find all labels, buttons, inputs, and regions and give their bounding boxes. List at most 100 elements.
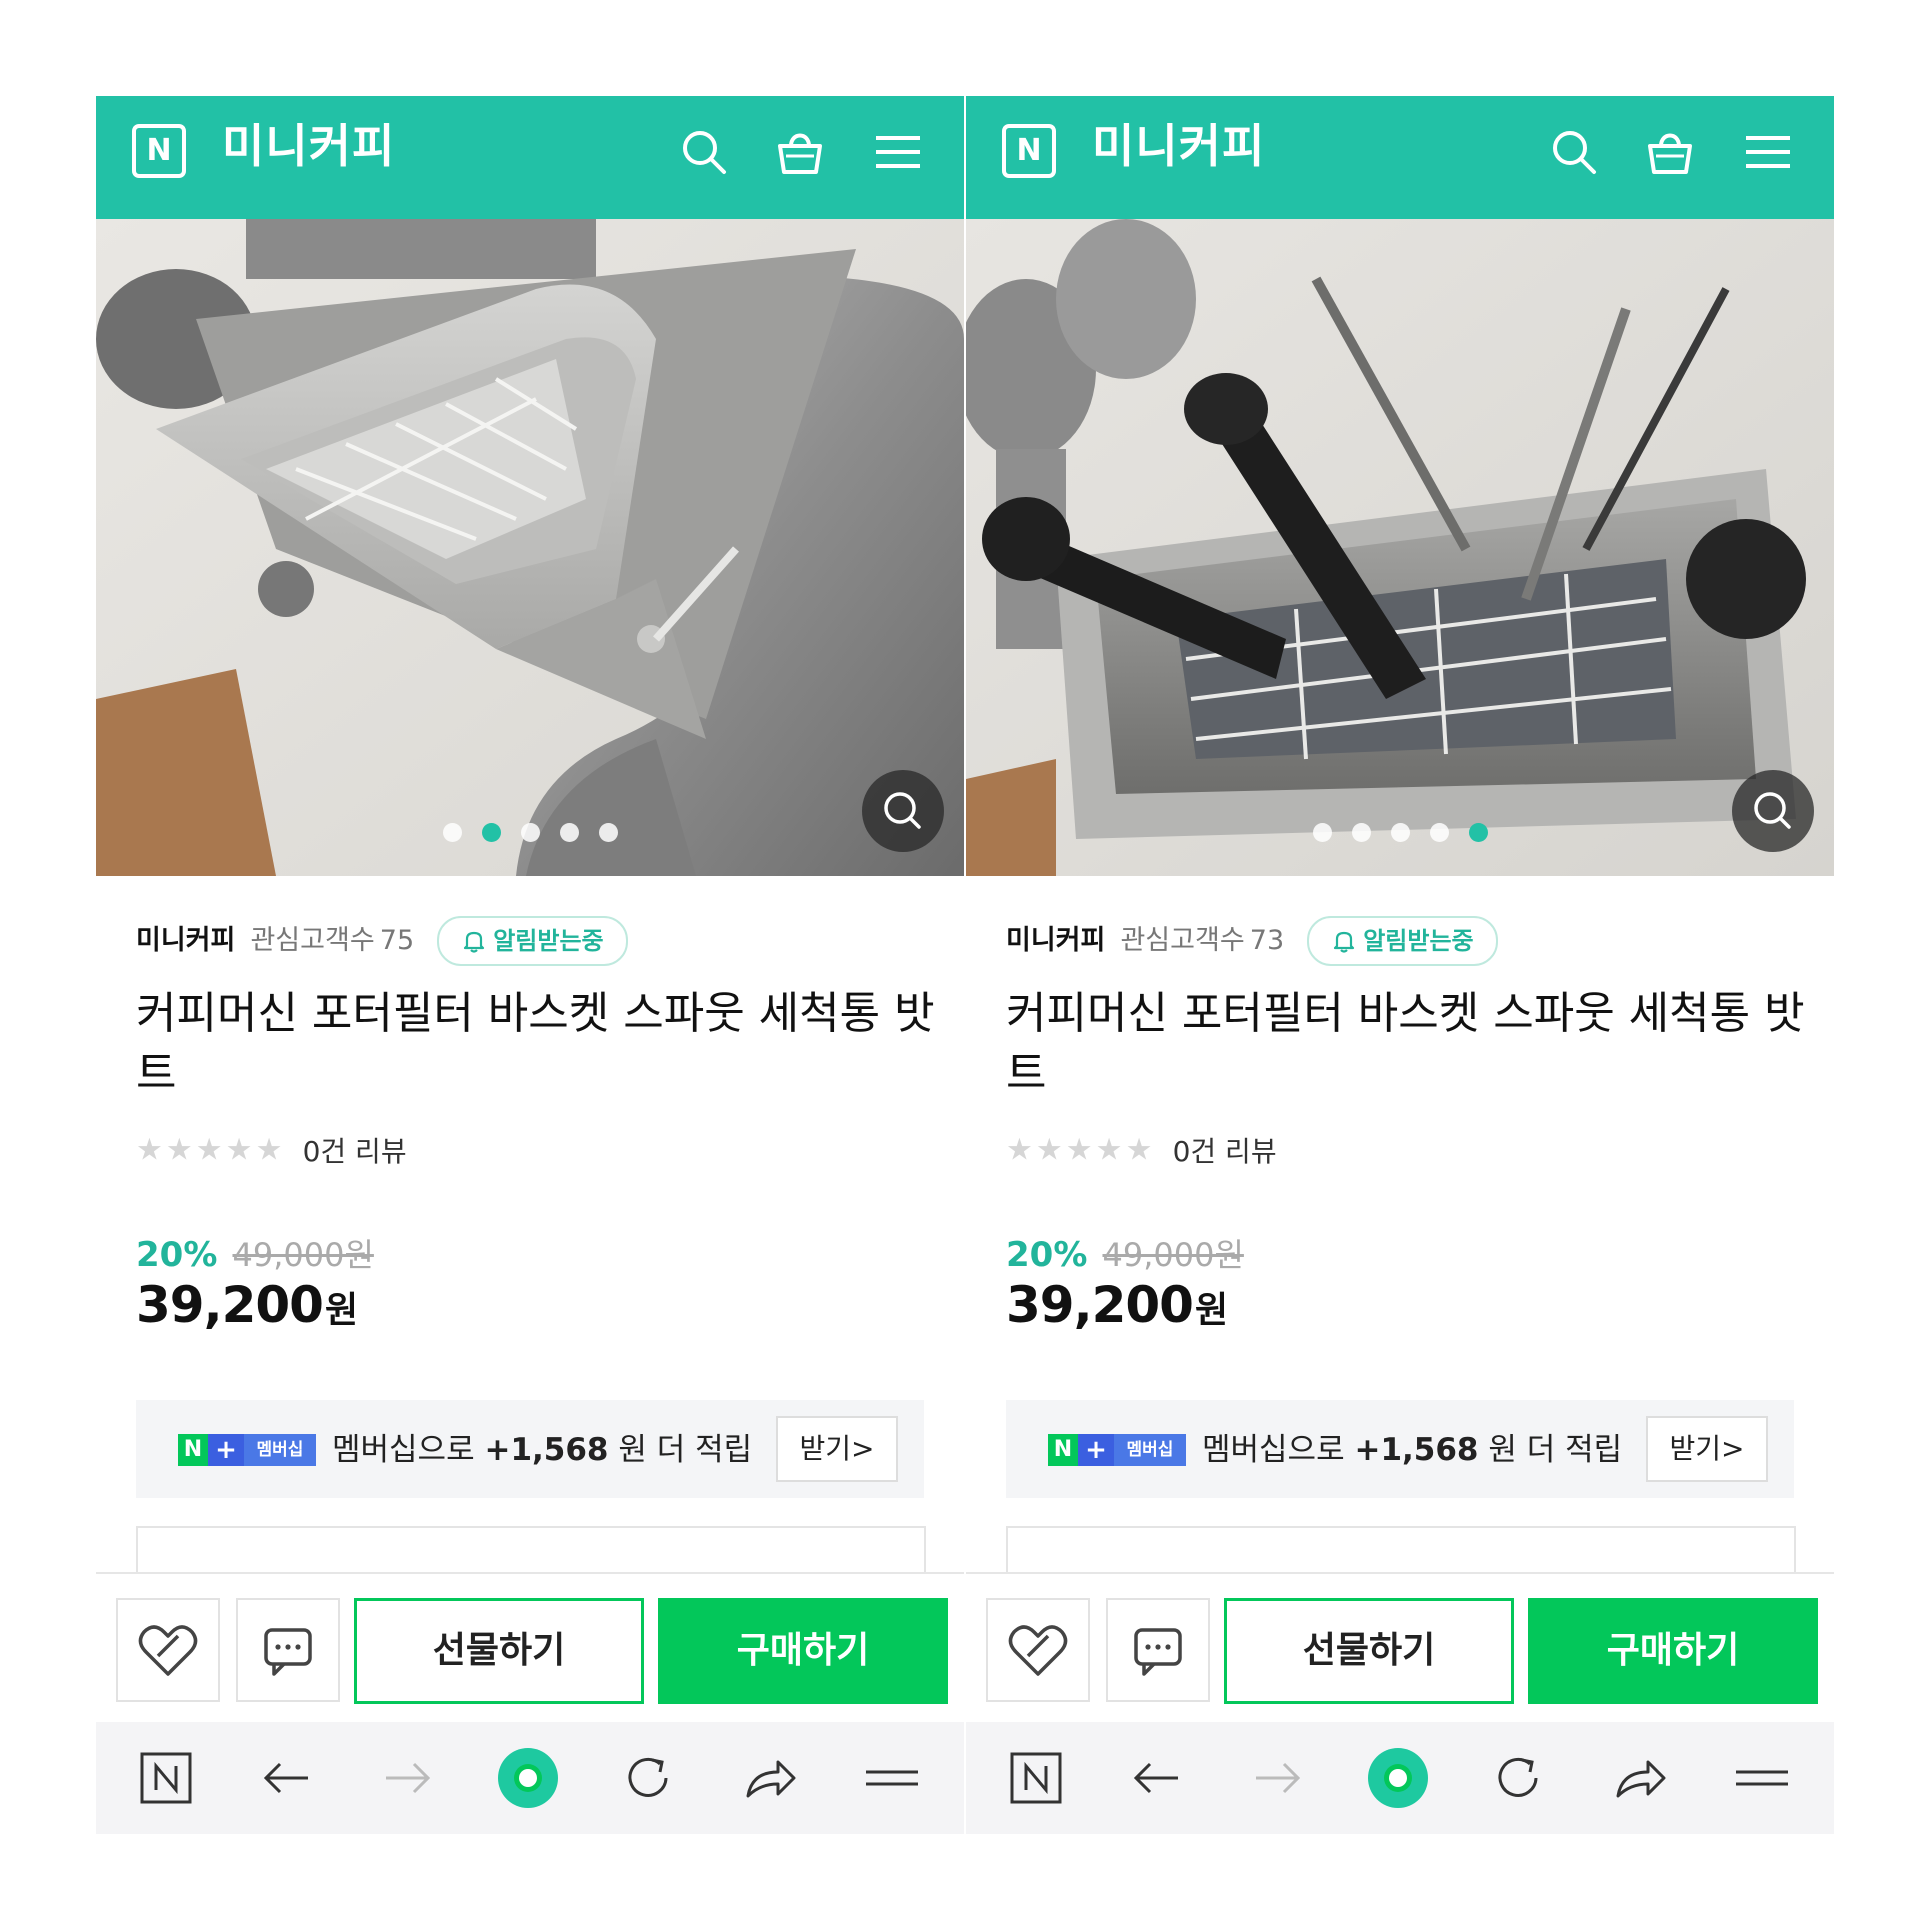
receive-points-button[interactable]: 받기> xyxy=(776,1416,898,1482)
heart-icon xyxy=(1008,1625,1068,1676)
zoom-icon[interactable] xyxy=(1732,770,1814,852)
back-arrow-icon[interactable] xyxy=(254,1746,318,1810)
membership-banner: N + 멤버십 멤버십으로 +1,568 원 더 적립 받기> xyxy=(136,1400,924,1498)
talktalk-button[interactable] xyxy=(1106,1598,1210,1702)
review-count[interactable]: 0건 리뷰 xyxy=(303,1135,407,1168)
membership-amount: +1,568 xyxy=(1354,1432,1479,1468)
carousel-dot[interactable] xyxy=(442,823,462,842)
chat-icon xyxy=(264,1628,312,1676)
rating-row[interactable]: ★★★★★ 0건 리뷰 xyxy=(136,1130,407,1170)
reload-icon[interactable] xyxy=(616,1746,680,1810)
heart-icon xyxy=(138,1625,198,1676)
alarm-label: 알림받는중 xyxy=(1363,927,1474,955)
naver-logo-icon[interactable]: N xyxy=(132,124,186,178)
carousel-dot[interactable] xyxy=(1429,823,1449,842)
carousel-dot[interactable] xyxy=(1468,823,1488,842)
search-icon[interactable] xyxy=(1546,124,1602,180)
fans-label: 관심고객수 xyxy=(1120,925,1245,956)
alarm-subscribe-button[interactable]: 알림받는중 xyxy=(1307,916,1498,966)
product-title: 커피머신 포터필터 바스켓 스파웃 세척통 밧트 xyxy=(1006,988,1805,1099)
naver-home-icon[interactable] xyxy=(1004,1746,1068,1810)
alarm-subscribe-button[interactable]: 알림받는중 xyxy=(437,916,628,966)
price-row: 39,200원 xyxy=(136,1276,358,1334)
badge-label: 멤버십 xyxy=(244,1434,316,1466)
membership-text-before: 멤버십으로 xyxy=(1202,1432,1345,1468)
forward-arrow-icon[interactable] xyxy=(1246,1746,1310,1810)
naver-home-icon[interactable] xyxy=(134,1746,198,1810)
price-row: 39,200원 xyxy=(1006,1276,1228,1334)
badge-n: N xyxy=(1048,1434,1078,1466)
review-count[interactable]: 0건 리뷰 xyxy=(1173,1135,1277,1168)
shopping-bag-icon[interactable] xyxy=(772,124,828,180)
chat-icon xyxy=(1134,1628,1182,1676)
back-arrow-icon[interactable] xyxy=(1124,1746,1188,1810)
fans-count: 73 xyxy=(1249,925,1285,956)
discount-percent: 20% xyxy=(136,1235,218,1275)
carousel-dot[interactable] xyxy=(1351,823,1371,842)
rating-row[interactable]: ★★★★★ 0건 리뷰 xyxy=(1006,1130,1277,1170)
product-image-carousel[interactable] xyxy=(966,219,1834,876)
membership-text: 멤버십으로 +1,568 원 더 적립 xyxy=(332,1428,752,1472)
store-header: N 미니커피 xyxy=(96,96,964,219)
carousel-dot[interactable] xyxy=(481,823,501,842)
sale-price: 39,200 xyxy=(1006,1276,1194,1334)
menu-lines-icon[interactable] xyxy=(860,1746,924,1810)
product-page-left: N 미니커피 미니커피 관심고객수 75 알림받는중 커피머신 포터필터 바스켓… xyxy=(96,96,964,1834)
product-image-carousel[interactable] xyxy=(96,219,964,876)
shopping-bag-icon[interactable] xyxy=(1642,124,1698,180)
zoom-icon[interactable] xyxy=(862,770,944,852)
discount-row: 20% 49,000원 xyxy=(136,1230,374,1276)
carousel-dots xyxy=(96,823,964,842)
carousel-dot[interactable] xyxy=(598,823,618,842)
alarm-label: 알림받는중 xyxy=(493,927,604,955)
reload-icon[interactable] xyxy=(1486,1746,1550,1810)
naver-plus-membership-badge: N + 멤버십 xyxy=(1048,1434,1186,1466)
store-info-row: 미니커피 관심고객수 75 알림받는중 xyxy=(136,916,628,966)
gift-button[interactable]: 선물하기 xyxy=(1224,1598,1514,1704)
badge-label: 멤버십 xyxy=(1114,1434,1186,1466)
menu-icon[interactable] xyxy=(1740,124,1796,180)
menu-lines-icon[interactable] xyxy=(1730,1746,1794,1810)
discount-row: 20% 49,000원 xyxy=(1006,1230,1244,1276)
product-photo xyxy=(96,219,964,876)
store-title[interactable]: 미니커피 xyxy=(222,118,395,174)
star-rating-icon: ★★★★★ xyxy=(1006,1132,1156,1168)
carousel-dot[interactable] xyxy=(559,823,579,842)
naver-logo-icon[interactable]: N xyxy=(1002,124,1056,178)
membership-text-before: 멤버십으로 xyxy=(332,1432,475,1468)
green-dot-icon[interactable] xyxy=(1366,1746,1430,1810)
buy-button[interactable]: 구매하기 xyxy=(658,1598,948,1704)
discount-percent: 20% xyxy=(1006,1235,1088,1275)
fans-count: 75 xyxy=(379,925,415,956)
zzim-heart-button[interactable] xyxy=(986,1598,1090,1702)
store-info-row: 미니커피 관심고객수 73 알림받는중 xyxy=(1006,916,1498,966)
store-name[interactable]: 미니커피 xyxy=(136,925,235,956)
purchase-action-bar: 선물하기 구매하기 xyxy=(96,1572,964,1724)
currency-unit: 원 xyxy=(1194,1290,1229,1331)
share-icon[interactable] xyxy=(738,1746,802,1810)
forward-arrow-icon[interactable] xyxy=(376,1746,440,1810)
carousel-dot[interactable] xyxy=(1312,823,1332,842)
zzim-heart-button[interactable] xyxy=(116,1598,220,1702)
gift-button[interactable]: 선물하기 xyxy=(354,1598,644,1704)
original-price: 49,000원 xyxy=(1102,1236,1244,1274)
talktalk-button[interactable] xyxy=(236,1598,340,1702)
badge-plus: + xyxy=(1078,1434,1114,1466)
purchase-action-bar: 선물하기 구매하기 xyxy=(966,1572,1834,1724)
store-title[interactable]: 미니커피 xyxy=(1092,118,1265,174)
membership-amount: +1,568 xyxy=(484,1432,609,1468)
menu-icon[interactable] xyxy=(870,124,926,180)
naver-plus-membership-badge: N + 멤버십 xyxy=(178,1434,316,1466)
star-rating-icon: ★★★★★ xyxy=(136,1132,286,1168)
green-dot-icon[interactable] xyxy=(496,1746,560,1810)
browser-bottom-bar xyxy=(96,1722,964,1834)
search-icon[interactable] xyxy=(676,124,732,180)
receive-points-button[interactable]: 받기> xyxy=(1646,1416,1768,1482)
carousel-dot[interactable] xyxy=(1390,823,1410,842)
share-icon[interactable] xyxy=(1608,1746,1672,1810)
membership-text-after: 원 더 적립 xyxy=(1488,1432,1623,1468)
buy-button[interactable]: 구매하기 xyxy=(1528,1598,1818,1704)
carousel-dot[interactable] xyxy=(520,823,540,842)
store-name[interactable]: 미니커피 xyxy=(1006,925,1105,956)
fans-label: 관심고객수 xyxy=(250,925,375,956)
